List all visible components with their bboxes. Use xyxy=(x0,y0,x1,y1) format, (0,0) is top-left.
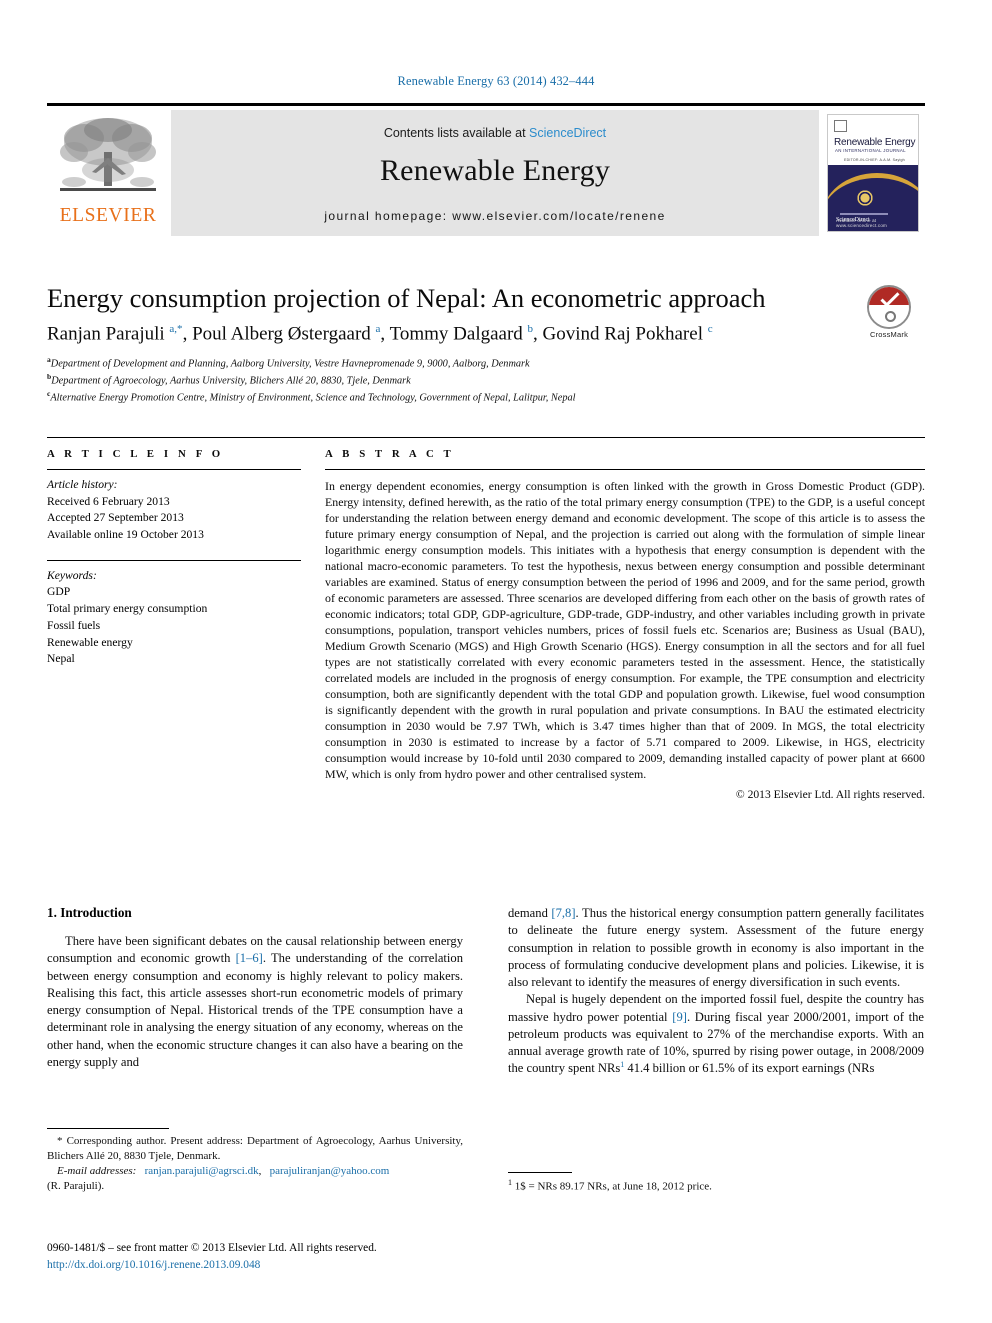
doi-link[interactable]: http://dx.doi.org/10.1016/j.renene.2013.… xyxy=(47,1257,547,1274)
citation-ref-1-6[interactable]: [1–6] xyxy=(236,951,263,965)
email-tail: (R. Parajuli). xyxy=(47,1179,105,1192)
abstract-text: In energy dependent economies, energy co… xyxy=(325,479,925,781)
title-block: Energy consumption projection of Nepal: … xyxy=(47,283,925,406)
footnote-1: 1 1$ = NRs 89.17 NRs, at June 18, 2012 p… xyxy=(508,1178,924,1195)
crossmark-icon xyxy=(867,285,911,329)
citation-ref-9[interactable]: [9] xyxy=(672,1010,687,1024)
history-accepted: Accepted 27 September 2013 xyxy=(47,511,184,525)
author-list: Ranjan Parajuli a,*, Poul Alberg Østerga… xyxy=(47,323,713,345)
crossmark-label: CrossMark xyxy=(869,330,909,339)
affiliation-b: bDepartment of Agroecology, Aarhus Unive… xyxy=(47,372,411,387)
keyword-item: Renewable energy xyxy=(47,635,133,649)
body-columns: 1. Introduction There have been signific… xyxy=(47,905,925,1078)
corresponding-author-note: * Corresponding author. Present address:… xyxy=(47,1134,463,1164)
corresponding-author-text: * Corresponding author. Present address:… xyxy=(47,1135,463,1162)
issn-line: 0960-1481/$ – see front matter © 2013 El… xyxy=(47,1242,377,1254)
keyword-item: Fossil fuels xyxy=(47,618,101,632)
email-link-2[interactable]: parajuliranjan@yahoo.com xyxy=(270,1165,390,1177)
page-title: Energy consumption projection of Nepal: … xyxy=(47,283,766,313)
journal-title: Renewable Energy xyxy=(379,154,611,187)
intro-paragraph-right-2: Nepal is hugely dependent on the importe… xyxy=(508,991,924,1077)
section-title-introduction: 1. Introduction xyxy=(47,905,132,920)
history-online: Available online 19 October 2013 xyxy=(47,528,204,542)
affiliation-c: cAlternative Energy Promotion Centre, Mi… xyxy=(47,389,576,404)
abstract-heading: A B S T R A C T xyxy=(325,448,455,460)
footnote-1-text: 1$ = NRs 89.17 NRs, at June 18, 2012 pri… xyxy=(514,1180,712,1193)
sciencedirect-link[interactable]: ScienceDirect xyxy=(529,126,606,140)
affiliation-list: aDepartment of Development and Planning,… xyxy=(47,355,925,406)
intro-left-text-b: . The understanding of the correlation b… xyxy=(47,951,463,1069)
abstract-copyright: © 2013 Elsevier Ltd. All rights reserved… xyxy=(735,788,925,801)
contents-prefix: Contents lists available at xyxy=(383,126,530,140)
elsevier-tree-icon xyxy=(60,118,156,191)
journal-cover-thumbnail: Renewable Energy AN INTERNATIONAL JOURNA… xyxy=(821,110,925,236)
intro-paragraph-left: There have been significant debates on t… xyxy=(47,933,463,1071)
elsevier-logo: ELSEVIER xyxy=(47,110,169,236)
body-column-right: demand [7,8]. Thus the historical energy… xyxy=(508,905,924,1078)
article-history: Article history: Received 6 February 201… xyxy=(47,470,301,544)
keyword-item: GDP xyxy=(47,585,71,599)
affiliation-b-text: Department of Agroecology, Aarhus Univer… xyxy=(51,375,411,387)
cover-availability-line: Available online at www.sciencedirect.co… xyxy=(836,218,887,228)
journal-masthead: ELSEVIER Contents lists available at Sci… xyxy=(47,103,925,236)
paper-page: Renewable Energy 63 (2014) 432–444 ELSEV… xyxy=(0,0,992,1323)
journal-homepage-link[interactable]: journal homepage: www.elsevier.com/locat… xyxy=(171,209,819,223)
info-abstract-section: A R T I C L E I N F O Article history: R… xyxy=(47,437,925,803)
article-info-column: A R T I C L E I N F O Article history: R… xyxy=(47,448,319,803)
intro-right2-text-c: 41.4 billion or 61.5% of its export earn… xyxy=(624,1061,875,1076)
body-column-left: 1. Introduction There have been signific… xyxy=(47,905,463,1078)
keyword-item: Total primary energy consumption xyxy=(47,602,208,616)
affiliation-a-text: Department of Development and Planning, … xyxy=(50,358,530,370)
cover-editor-line: EDITOR-IN-CHIEF: A.A.M. Sayigh xyxy=(844,158,905,162)
elsevier-wordmark: ELSEVIER xyxy=(59,205,157,226)
article-info-heading: A R T I C L E I N F O xyxy=(47,448,224,460)
footnote-divider xyxy=(47,1128,169,1129)
abstract-column: A B S T R A C T In energy dependent econ… xyxy=(319,448,925,803)
keywords-block: Keywords: GDP Total primary energy consu… xyxy=(47,559,301,668)
email-label: E-mail addresses: xyxy=(57,1164,137,1177)
abstract-body: In energy dependent economies, energy co… xyxy=(325,470,925,803)
email-note: E-mail addresses: ranjan.parajuli@agrsci… xyxy=(47,1164,390,1192)
footnote-divider-right xyxy=(508,1172,572,1173)
contents-available-line: Contents lists available at ScienceDirec… xyxy=(171,126,819,140)
affiliation-a: aDepartment of Development and Planning,… xyxy=(47,355,530,370)
cover-emblem-icon xyxy=(856,189,874,207)
issn-doi-block: 0960-1481/$ – see front matter © 2013 El… xyxy=(47,1240,547,1274)
masthead-center: Contents lists available at ScienceDirec… xyxy=(171,110,819,236)
intro-right-text-a: demand xyxy=(508,906,552,920)
keyword-item: Nepal xyxy=(47,652,75,666)
cover-elsevier-mark-icon xyxy=(834,120,847,132)
affiliation-c-text: Alternative Energy Promotion Centre, Min… xyxy=(50,392,576,404)
cover-subtitle: AN INTERNATIONAL JOURNAL xyxy=(835,148,906,153)
citation-ref-7-8[interactable]: [7,8] xyxy=(551,906,575,920)
history-received: Received 6 February 2013 xyxy=(47,494,170,508)
crossmark-badge[interactable]: CrossMark xyxy=(853,285,925,339)
cover-title: Renewable Energy xyxy=(834,137,916,148)
running-head: Renewable Energy 63 (2014) 432–444 xyxy=(397,74,595,88)
footnote-block-left: * Corresponding author. Present address:… xyxy=(47,1128,463,1193)
footnote-block-right: 1 1$ = NRs 89.17 NRs, at June 18, 2012 p… xyxy=(508,1172,924,1195)
article-history-label: Article history: xyxy=(47,478,118,491)
keywords-label: Keywords: xyxy=(47,568,97,582)
email-link-1[interactable]: ranjan.parajuli@agrsci.dk xyxy=(145,1165,259,1177)
footnote-1-marker: 1 xyxy=(508,1178,512,1187)
intro-paragraph-right-1: demand [7,8]. Thus the historical energy… xyxy=(508,905,924,991)
